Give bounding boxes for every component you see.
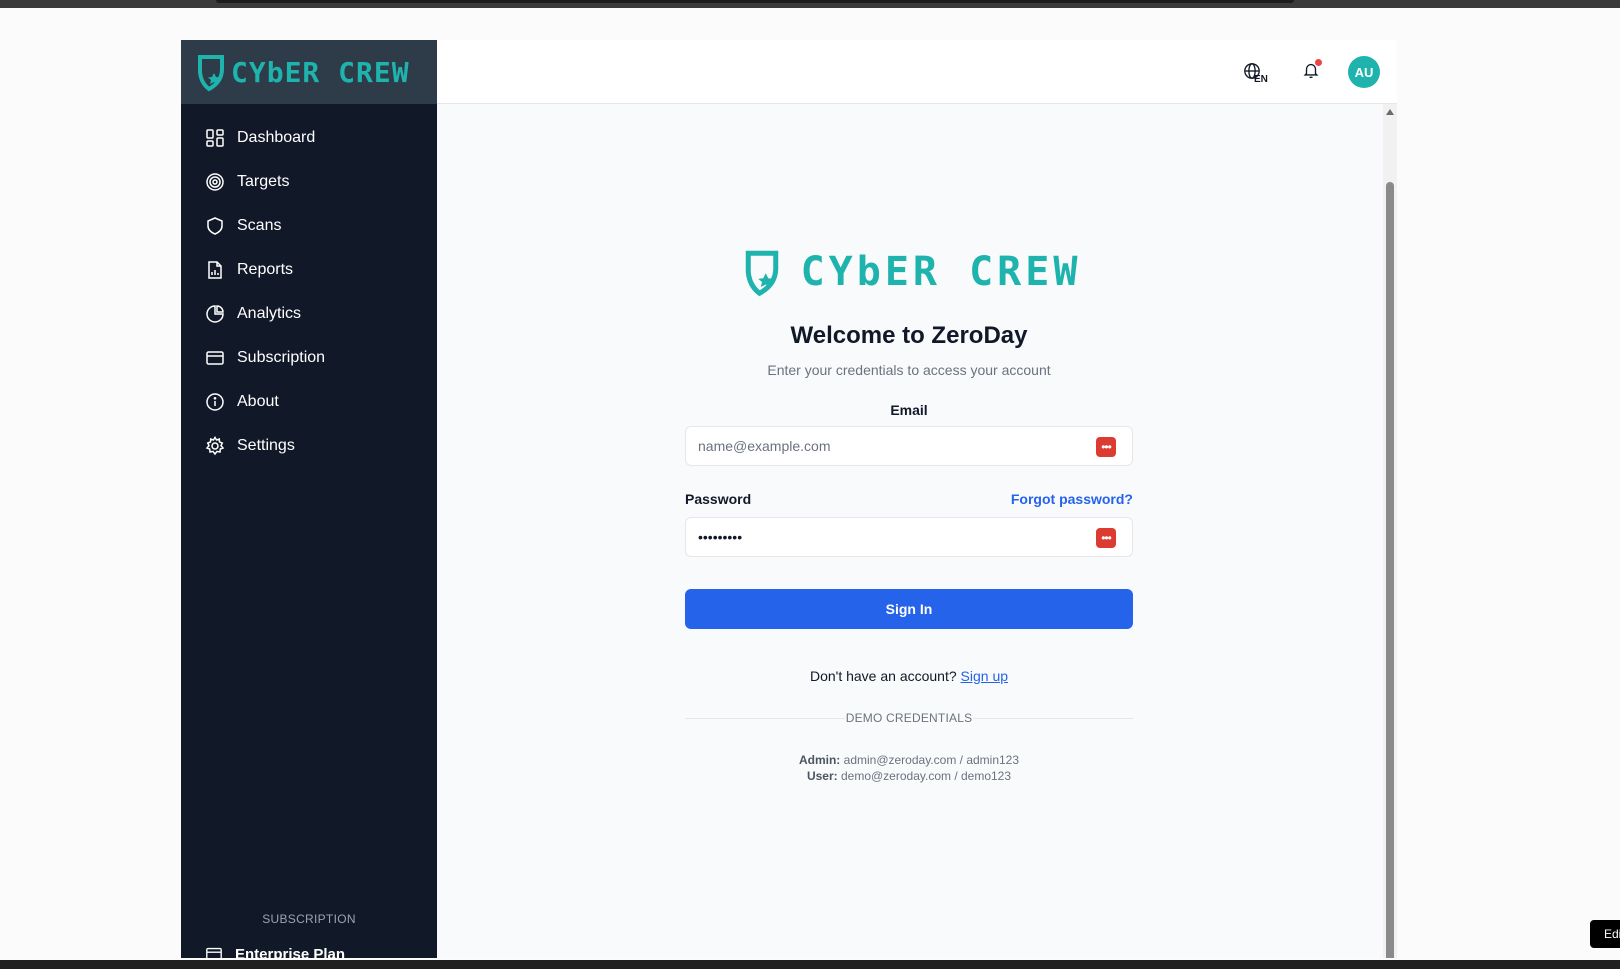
- sidebar-item-settings[interactable]: Settings: [181, 424, 437, 468]
- admin-creds: admin@zeroday.com / admin123: [843, 753, 1020, 767]
- sidebar-item-reports[interactable]: Reports: [181, 248, 437, 292]
- shield-icon: [205, 216, 225, 236]
- subscription-section-title: SUBSCRIPTION: [262, 912, 356, 926]
- scrollbar[interactable]: [1383, 104, 1397, 958]
- user-credentials: User: demo@zeroday.com / demo123: [685, 768, 1133, 784]
- demo-credentials: Admin: admin@zeroday.com / admin123 User…: [685, 752, 1133, 784]
- credit-card-icon: [205, 348, 225, 368]
- report-icon: [205, 260, 225, 280]
- target-icon: [205, 172, 225, 192]
- demo-divider: DEMO CREDENTIALS: [685, 709, 1133, 727]
- brand-logo: CYbER CREW: [685, 247, 1133, 297]
- avatar[interactable]: AU: [1348, 56, 1380, 88]
- browser-top-strip: [0, 0, 1620, 8]
- user-creds: demo@zeroday.com / demo123: [840, 769, 1012, 783]
- top-header: EN AU: [437, 40, 1397, 104]
- email-field-container: •••: [685, 426, 1133, 466]
- shield-logo-icon: [198, 55, 224, 92]
- sidebar-item-scans[interactable]: Scans: [181, 204, 437, 248]
- admin-credentials: Admin: admin@zeroday.com / admin123: [685, 752, 1133, 768]
- sidebar-item-targets[interactable]: Targets: [181, 160, 437, 204]
- sidebar-brand-name: CYbER CREW: [231, 55, 410, 89]
- os-taskbar: [0, 960, 1620, 969]
- email-field[interactable]: [698, 427, 1078, 465]
- shield-logo-icon: [745, 250, 778, 297]
- sidebar: CYbER CREW Dashboard Targets Scans Repor…: [181, 40, 437, 958]
- scroll-up-arrow-icon[interactable]: [1386, 109, 1394, 115]
- sidebar-item-about[interactable]: About: [181, 380, 437, 424]
- language-switcher[interactable]: EN: [1243, 62, 1273, 88]
- sidebar-item-label: Subscription: [237, 349, 326, 366]
- sidebar-item-label: Scans: [237, 217, 282, 234]
- notifications-button[interactable]: [1302, 59, 1322, 83]
- sidebar-nav: Dashboard Targets Scans Reports Analytic…: [181, 116, 437, 468]
- user-label: User:: [806, 769, 838, 783]
- password-manager-icon[interactable]: •••: [1096, 528, 1116, 548]
- main-content: CYbER CREW Welcome to ZeroDay Enter your…: [437, 104, 1397, 958]
- sidebar-item-label: Analytics: [237, 305, 302, 322]
- subscription-plan[interactable]: Enterprise Plan: [205, 945, 345, 958]
- page-subtitle: Enter your credentials to access your ac…: [767, 362, 1051, 378]
- app-window: CYbER CREW Dashboard Targets Scans Repor…: [181, 40, 1397, 958]
- plan-name: Enterprise Plan: [235, 945, 346, 959]
- sidebar-item-label: Targets: [237, 173, 290, 190]
- sidebar-logo[interactable]: CYbER CREW: [181, 40, 437, 104]
- edit-chip[interactable]: Edi: [1590, 920, 1620, 948]
- sidebar-item-label: Dashboard: [237, 129, 316, 146]
- brand-name: CYbER CREW: [800, 249, 1082, 295]
- sidebar-item-label: About: [237, 393, 279, 410]
- password-label: Password: [685, 491, 752, 507]
- info-icon: [205, 392, 225, 412]
- sidebar-item-subscription[interactable]: Subscription: [181, 336, 437, 380]
- pie-chart-icon: [205, 304, 225, 324]
- password-manager-icon[interactable]: •••: [1096, 437, 1116, 457]
- page-title: Welcome to ZeroDay: [790, 322, 1028, 349]
- scroll-thumb[interactable]: [1386, 182, 1394, 958]
- email-label: Email: [890, 402, 928, 418]
- sidebar-item-label: Reports: [237, 261, 294, 278]
- sign-in-button[interactable]: Sign In: [685, 589, 1133, 629]
- credit-card-icon: [206, 947, 222, 958]
- password-field[interactable]: [698, 518, 1078, 556]
- admin-label: Admin:: [798, 753, 841, 767]
- sidebar-item-label: Settings: [237, 437, 295, 454]
- sign-up-link[interactable]: Sign up: [961, 668, 1008, 684]
- forgot-password-link[interactable]: Forgot password?: [1011, 491, 1133, 507]
- dashboard-icon: [205, 128, 225, 148]
- notification-dot: [1315, 59, 1322, 66]
- divider-line: [973, 718, 1133, 719]
- signup-prompt: Don't have an account? Sign up: [685, 668, 1133, 684]
- language-code: EN: [1254, 74, 1268, 85]
- sidebar-item-dashboard[interactable]: Dashboard: [181, 116, 437, 160]
- sidebar-item-analytics[interactable]: Analytics: [181, 292, 437, 336]
- gear-icon: [205, 436, 225, 456]
- password-field-container: •••: [685, 517, 1133, 557]
- no-account-text: Don't have an account?: [809, 668, 957, 684]
